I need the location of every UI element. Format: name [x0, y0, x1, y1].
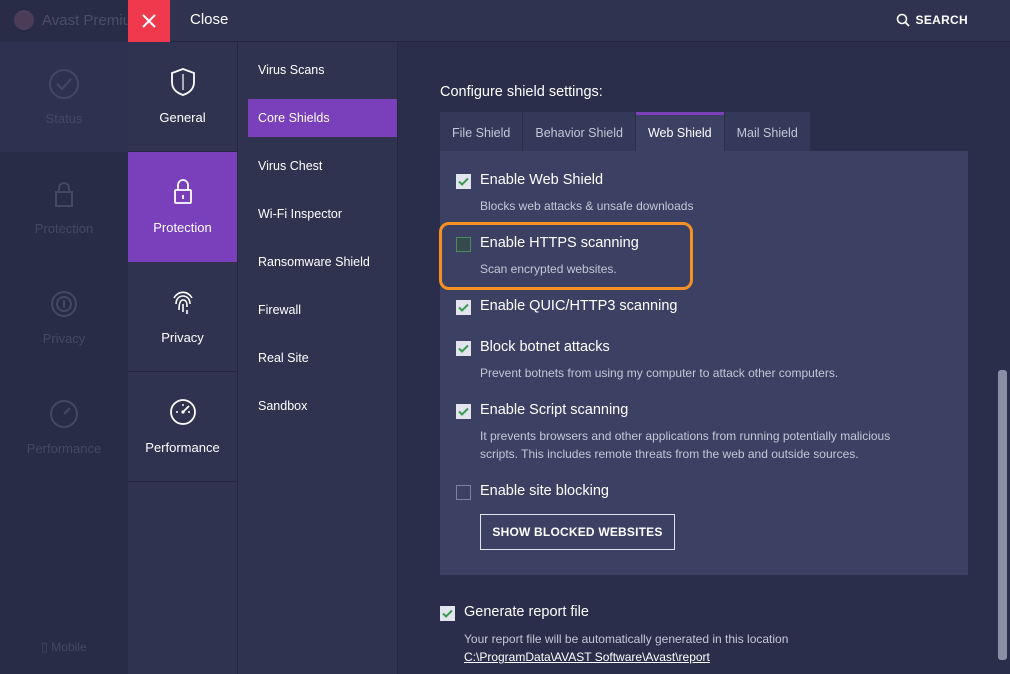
speedometer-icon — [170, 399, 196, 425]
fingerprint-icon — [51, 291, 77, 317]
search-label: SEARCH — [915, 13, 968, 27]
report-title: Generate report file — [464, 604, 589, 620]
category-general[interactable]: General — [128, 42, 237, 152]
page-title: Configure shield settings: — [440, 84, 603, 100]
background-protection-item: Protection — [0, 152, 128, 262]
tab-mail-shield[interactable]: Mail Shield — [724, 112, 810, 151]
background-status-item: Status — [0, 42, 128, 152]
report-path-link[interactable]: C:\ProgramData\AVAST Software\Avast\repo… — [464, 648, 884, 666]
checkmark-icon — [442, 609, 453, 618]
background-mobile-link: ▯ Mobile — [41, 640, 87, 654]
category-sidebar: General Protection Privacy Performance — [128, 42, 238, 674]
web-shield-checkbox[interactable] — [456, 174, 471, 189]
lock-icon — [174, 179, 192, 204]
subnav-ransomware-shield[interactable]: Ransomware Shield — [248, 243, 397, 281]
background-performance-item: Performance — [0, 372, 128, 482]
subnav-sandbox[interactable]: Sandbox — [248, 387, 397, 425]
botnet-attacks-checkbox[interactable] — [456, 341, 471, 356]
subnav-virus-scans[interactable]: Virus Scans — [248, 51, 397, 89]
option-description: Prevent botnets from using my computer t… — [480, 366, 839, 380]
category-privacy[interactable]: Privacy — [128, 262, 237, 372]
lock-icon — [55, 182, 73, 207]
settings-content: Configure shield settings: File Shield B… — [398, 42, 1010, 674]
option-title: Enable HTTPS scanning — [480, 235, 639, 251]
tab-file-shield[interactable]: File Shield — [440, 112, 523, 151]
option-title: Block botnet attacks — [480, 339, 610, 355]
avast-logo-icon — [14, 10, 34, 30]
script-scanning-checkbox[interactable] — [456, 404, 471, 419]
checkmark-icon — [458, 344, 469, 353]
background-sidebar: Avast Premiu Status Protection Privacy P… — [0, 0, 131, 674]
subnav-real-site[interactable]: Real Site — [248, 339, 397, 377]
background-brand: Avast Premiu — [14, 10, 131, 30]
close-label[interactable]: Close — [190, 11, 228, 28]
tab-behavior-shield[interactable]: Behavior Shield — [523, 112, 635, 151]
subnav-firewall[interactable]: Firewall — [248, 291, 397, 329]
option-description: Scan encrypted websites. — [480, 262, 617, 276]
shield-tabs: File Shield Behavior Shield Web Shield M… — [440, 112, 811, 151]
option-description: Blocks web attacks & unsafe downloads — [480, 199, 694, 213]
subnav-core-shields[interactable]: Core Shields — [248, 99, 397, 137]
settings-topbar: Close SEARCH — [128, 0, 1010, 42]
search-icon — [896, 13, 910, 27]
https-scanning-checkbox[interactable] — [456, 237, 471, 252]
checkmark-icon — [458, 177, 469, 186]
web-shield-panel: Enable Web Shield Blocks web attacks & u… — [440, 151, 968, 575]
subnav-sidebar: Virus Scans Core Shields Virus Chest Wi-… — [238, 42, 398, 674]
tab-web-shield[interactable]: Web Shield — [635, 112, 724, 151]
option-title: Enable QUIC/HTTP3 scanning — [480, 298, 678, 314]
report-description-text: Your report file will be automatically g… — [464, 632, 789, 646]
search-button[interactable]: SEARCH — [896, 13, 968, 27]
category-protection[interactable]: Protection — [128, 152, 237, 262]
close-button[interactable] — [128, 0, 170, 42]
option-title: Enable site blocking — [480, 483, 609, 499]
category-performance[interactable]: Performance — [128, 372, 237, 482]
status-check-icon — [49, 69, 79, 99]
content-scrollbar[interactable] — [998, 370, 1007, 660]
subnav-wifi-inspector[interactable]: Wi-Fi Inspector — [248, 195, 397, 233]
checkmark-icon — [458, 303, 469, 312]
shield-icon — [171, 68, 195, 96]
close-icon — [142, 14, 156, 28]
fingerprint-icon — [173, 291, 193, 314]
gauge-icon — [50, 400, 78, 428]
quic-scanning-checkbox[interactable] — [456, 300, 471, 315]
report-description: Your report file will be automatically g… — [464, 630, 884, 666]
subnav-virus-chest[interactable]: Virus Chest — [248, 147, 397, 185]
show-blocked-websites-button[interactable]: SHOW BLOCKED WEBSITES — [480, 514, 675, 550]
background-privacy-item: Privacy — [0, 262, 128, 372]
option-title: Enable Web Shield — [480, 172, 604, 188]
option-description: It prevents browsers and other applicati… — [480, 429, 891, 461]
site-blocking-checkbox[interactable] — [456, 485, 471, 500]
report-file-checkbox[interactable] — [440, 606, 455, 621]
checkmark-icon — [458, 407, 469, 416]
option-title: Enable Script scanning — [480, 402, 629, 418]
